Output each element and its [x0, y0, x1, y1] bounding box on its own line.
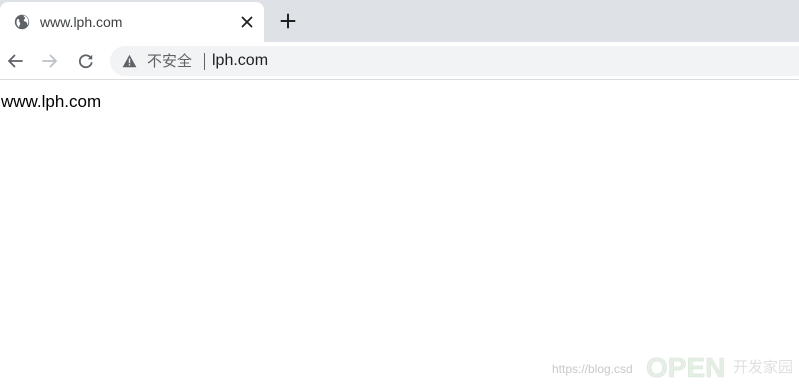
arrow-right-icon[interactable] — [38, 49, 62, 73]
address-bar[interactable]: 不安全 lph.com — [110, 46, 799, 76]
security-status-label[interactable]: 不安全 — [147, 53, 192, 70]
watermark-url: https://blog.csd — [552, 362, 633, 376]
watermark-logo: OPEN 开发家园 — [646, 350, 796, 384]
browser-toolbar: 不安全 lph.com — [0, 42, 799, 80]
close-icon[interactable] — [238, 13, 256, 31]
omnibox-divider — [204, 53, 205, 70]
browser-window: www.lph.com 不安全 lph.com www.lph.com http… — [0, 0, 799, 386]
warning-icon[interactable] — [122, 54, 137, 68]
arrow-left-icon[interactable] — [3, 49, 27, 73]
tab-title: www.lph.com — [40, 14, 123, 30]
watermark-logo-text: OPEN — [646, 352, 725, 383]
active-tab[interactable]: www.lph.com — [0, 2, 264, 42]
reload-icon[interactable] — [74, 49, 98, 73]
globe-icon — [14, 14, 30, 30]
page-viewport: www.lph.com https://blog.csd OPEN 开发家园 — [0, 80, 799, 386]
url-text[interactable]: lph.com — [212, 52, 268, 70]
tab-strip: www.lph.com — [0, 0, 799, 42]
watermark-logo-subtext: 开发家园 — [733, 358, 793, 376]
plus-icon[interactable] — [277, 10, 299, 32]
page-body-text: www.lph.com — [1, 92, 102, 111]
